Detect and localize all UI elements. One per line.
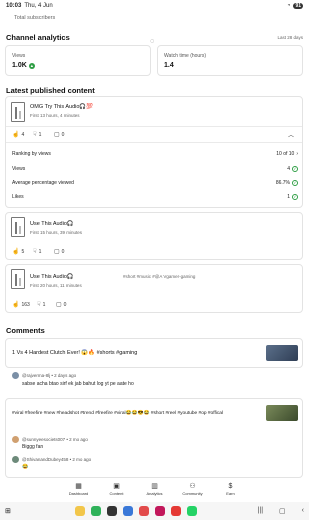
video-thumbnail[interactable] <box>11 102 25 122</box>
video-thumbnail[interactable] <box>266 345 298 361</box>
thumbs-down-icon: ☟ <box>33 132 37 138</box>
comments-stat: ▢ 0 <box>54 131 65 139</box>
comment-user: @rajverma-8lj • 2 days ago <box>22 373 77 378</box>
comment-text: 😂 <box>22 464 29 470</box>
video-title[interactable]: Use This Audio🎧 <box>30 274 74 280</box>
video-time: First 15 hours, 39 minutes <box>30 230 83 235</box>
recents-button[interactable]: ||| <box>258 507 263 515</box>
comment-text: Biggg fan <box>22 444 44 450</box>
views-card[interactable]: Views 1.0K ▲ <box>5 45 151 76</box>
community-icon: ⚇ <box>189 483 196 490</box>
views-row: Views 4 ✓ <box>12 166 298 172</box>
ranking-row: Ranking by views 10 of 10 › <box>12 151 298 157</box>
nav-community[interactable]: ⚇ Community <box>181 482 205 500</box>
watch-time-card[interactable]: Watch time (hours) 1.4 <box>157 45 303 76</box>
camera-app-icon[interactable] <box>106 506 117 516</box>
trend-up-icon: ▲ <box>28 62 35 69</box>
check-circle-icon: ✓ <box>292 180 298 186</box>
dislikes-stat: ☟ 1 <box>33 131 42 139</box>
app-icon[interactable] <box>154 506 165 516</box>
video-thumbnail[interactable] <box>266 405 298 421</box>
home-button[interactable]: ▢ <box>279 507 286 515</box>
thumbs-up-icon: ☝ <box>12 302 20 308</box>
thumbs-up-icon: ☝ <box>12 132 20 138</box>
likes-stat: ☝ 4 <box>12 131 25 139</box>
status-bar: 10:03 Thu, 4 Jun ◔ 91 <box>0 0 309 12</box>
avatar <box>12 456 19 463</box>
messages-app-icon[interactable] <box>122 506 133 516</box>
whatsapp-app-icon[interactable] <box>186 506 197 516</box>
chevron-up-icon[interactable]: ︿ <box>288 130 294 139</box>
watch-time-value: 1.4 <box>164 62 174 69</box>
notes-app-icon[interactable] <box>74 506 85 516</box>
check-circle-icon: ✓ <box>292 166 298 172</box>
chevron-right-icon: › <box>296 151 298 157</box>
divider <box>6 142 302 143</box>
check-circle-icon: ✓ <box>292 194 298 200</box>
divider <box>6 126 302 127</box>
comments-stat: ▢ 0 <box>56 301 67 309</box>
video-tags: #short #music #@A Vgamer-gaming <box>123 274 196 279</box>
comment-text: sabse acha btao sirf ek jab bahut log yt… <box>22 381 134 387</box>
video-title[interactable]: OMG Try This Audio🎧💯 <box>30 104 93 110</box>
comments-title: Comments <box>6 326 45 335</box>
views-label: Views <box>12 53 26 59</box>
loading-spinner-icon: ◌ <box>150 38 155 45</box>
battery-icon: 91 <box>293 3 303 9</box>
period-label: Last 28 days <box>277 35 303 40</box>
comment-user: @ShivanandDubey458 • 2 mo ago <box>22 457 92 462</box>
avatar <box>12 372 19 379</box>
content-icon: ▣ <box>113 483 120 490</box>
bottom-nav: ▦ Dashboard ▣ Content ▥ Analytics ⚇ Comm… <box>0 482 309 500</box>
nav-earn[interactable]: $ Earn <box>219 482 243 500</box>
comment-video-title[interactable]: #viral #freefire #new #headshot #trend #… <box>12 411 262 416</box>
youtube-studio-app-icon[interactable] <box>138 506 149 516</box>
video-card-2[interactable] <box>5 212 303 260</box>
system-dock: ⊞ ||| ▢ ‹ <box>0 502 309 520</box>
comment-icon: ▢ <box>56 302 62 308</box>
nav-analytics[interactable]: ▥ Analytics <box>143 482 167 500</box>
video-time: First 20 hours, 11 minutes <box>30 283 82 288</box>
comment-user: @sunnyeesociets007 • 2 mo ago <box>22 437 88 442</box>
youtube-app-icon[interactable] <box>170 506 181 516</box>
status-date: Thu, 4 Jun <box>24 3 53 9</box>
analytics-icon: ▥ <box>151 483 158 490</box>
back-button[interactable]: ‹ <box>302 507 304 515</box>
avatar <box>12 436 19 443</box>
thumbs-up-icon: ☝ <box>12 249 20 255</box>
avg-viewed-row: Average percentage viewed 86.7% ✓ <box>12 180 298 186</box>
apps-grid-icon[interactable]: ⊞ <box>5 507 11 515</box>
thumbs-down-icon: ☟ <box>37 302 41 308</box>
dislikes-stat: ☟ 1 <box>33 248 42 256</box>
likes-stat: ☝ 5 <box>12 248 25 256</box>
likes-stat: ☝ 163 <box>12 301 30 309</box>
comment-video-title[interactable]: 1 Vs 4 Hardest Clutch Ever! 😱🔥 #shorts #… <box>12 350 252 356</box>
watch-time-label: Watch time (hours) <box>164 53 207 59</box>
likes-row: Likes 1 ✓ <box>12 194 298 200</box>
nav-content[interactable]: ▣ Content <box>105 482 129 500</box>
phone-app-icon[interactable] <box>90 506 101 516</box>
total-subscribers-label: Total subscribers <box>14 15 56 21</box>
thumbs-down-icon: ☟ <box>33 249 37 255</box>
video-title[interactable]: Use This Audio🎧 <box>30 221 74 227</box>
status-time: 10:03 <box>6 3 22 9</box>
wifi-icon: ◔ <box>286 3 291 9</box>
comments-stat: ▢ 0 <box>54 248 65 256</box>
dislikes-stat: ☟ 1 <box>37 301 46 309</box>
video-thumbnail[interactable] <box>11 269 25 289</box>
video-card-3[interactable] <box>5 264 303 313</box>
comment-icon: ▢ <box>54 249 60 255</box>
comment-icon: ▢ <box>54 132 60 138</box>
video-time: First 13 hours, 4 minutes <box>30 113 80 118</box>
views-value: 1.0K <box>12 62 27 69</box>
latest-content-title: Latest published content <box>6 86 95 95</box>
video-thumbnail[interactable] <box>11 217 25 237</box>
nav-dashboard[interactable]: ▦ Dashboard <box>67 482 91 500</box>
earn-icon: $ <box>228 483 233 490</box>
dashboard-icon: ▦ <box>75 483 82 490</box>
channel-analytics-title: Channel analytics <box>6 33 70 42</box>
